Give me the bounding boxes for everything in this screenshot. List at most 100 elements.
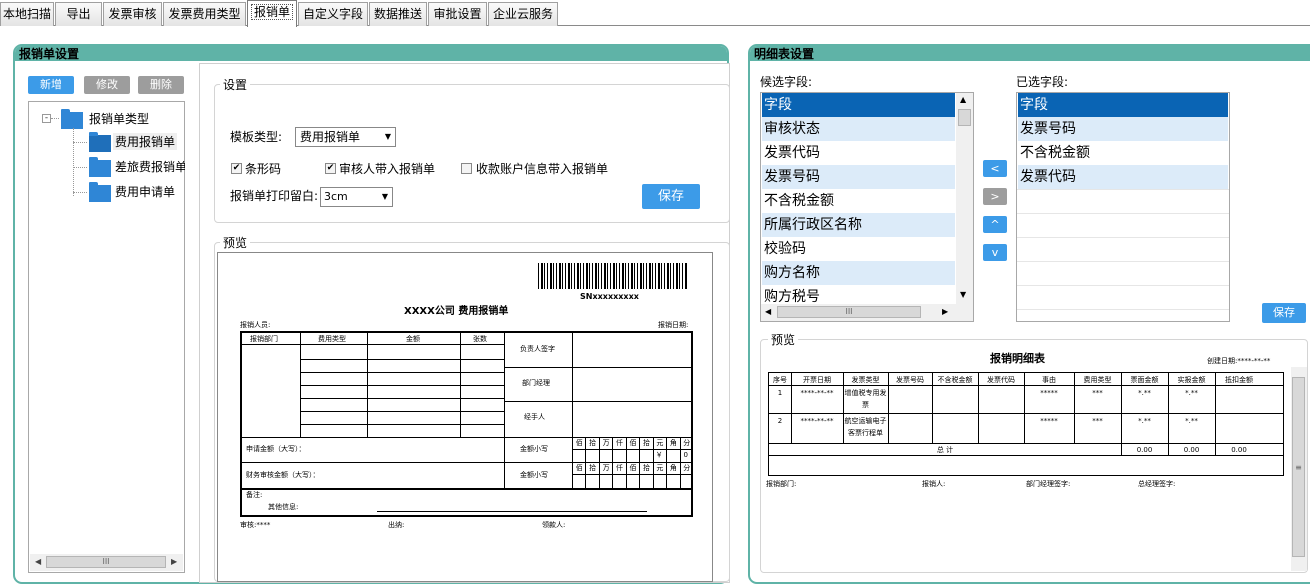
- tree-hscrollbar[interactable]: ◀ III ▶: [30, 554, 183, 571]
- candidate-item-7[interactable]: 购方名称: [762, 261, 955, 285]
- created-date: 创建日期:****-**-**: [1207, 357, 1271, 365]
- tree-item-travel[interactable]: 差旅费报销单: [115, 158, 185, 175]
- finance-amount: 财务审核金额（大写）：: [246, 471, 320, 479]
- form-table: 报销部门 费用类型 金额 张数 负责人签字 部门经理 经手人 申请金额（大写）：…: [240, 331, 693, 517]
- selected-item-1[interactable]: 发票号码: [1018, 117, 1228, 141]
- collapse-icon[interactable]: -: [42, 114, 51, 123]
- candidate-field-list[interactable]: 字段 审核状态 发票代码 发票号码 不含税金额 所属行政区名称 校验码 购方名称 购方税号 ▲ …: [760, 92, 974, 322]
- reimbursement-form-preview: SNxxxxxxxxx XXXX公司 费用报销单 报销人员: 报销日期: 报销部…: [217, 252, 713, 582]
- detail-cell: ****-**-**: [800, 417, 834, 425]
- footer-dept: 报销部门:: [766, 480, 797, 488]
- move-left-button[interactable]: <: [983, 160, 1007, 177]
- candidate-item-6[interactable]: 校验码: [762, 237, 955, 261]
- handler: 经手人: [524, 413, 545, 421]
- footer-manager: 部门经理签字:: [1026, 480, 1071, 488]
- reimbursement-settings-panel: 报销单设置 新增 修改 删除 - 报销单类型 费用报销单 差旅费报销单 费用申请…: [13, 44, 730, 584]
- sn-number: SNxxxxxxxxx: [580, 292, 639, 301]
- selected-item-3[interactable]: 发票代码: [1018, 165, 1228, 189]
- detail-cell: *.**: [1185, 389, 1198, 397]
- barcode-checkbox[interactable]: ✔: [231, 163, 242, 174]
- detail-cell: ***: [1092, 389, 1103, 397]
- selected-item-2[interactable]: 不含税金额: [1018, 141, 1228, 165]
- settings-legend: 设置: [220, 76, 251, 93]
- delete-button[interactable]: 删除: [138, 76, 184, 94]
- candidate-item-2[interactable]: 发票代码: [762, 141, 955, 165]
- tab-approval-settings[interactable]: 审批设置: [428, 2, 487, 26]
- tab-bar: 本地扫描 导出 发票审核 发票费用类型 报销单 自定义字段 数据推送 审批设置 …: [0, 0, 1310, 27]
- candidate-item-0[interactable]: 字段: [762, 93, 955, 117]
- detail-table: 序号 开票日期 发票类型 发票号码 不含税金额 发票代码 事由 费用类型 票面金额 实报金额 抵扣金…: [768, 372, 1284, 476]
- detail-cell: *****: [1040, 389, 1058, 397]
- apply-amount: 申请金额（大写）：: [246, 445, 306, 453]
- selected-item-0[interactable]: 字段: [1018, 93, 1228, 117]
- digit-cell: 佰: [625, 462, 639, 488]
- folder-open-icon: [89, 132, 111, 152]
- detail-save-button[interactable]: 保存: [1262, 303, 1306, 323]
- detail-vscrollbar[interactable]: ≡: [1291, 367, 1307, 571]
- edit-button[interactable]: 修改: [84, 76, 130, 94]
- digit-cell: 拾: [585, 462, 598, 488]
- tab-reimbursement[interactable]: 报销单: [247, 0, 297, 27]
- detail-cell: *.**: [1138, 389, 1151, 397]
- detail-cell: *.**: [1185, 417, 1198, 425]
- tree-item-expense[interactable]: 费用报销单: [113, 133, 178, 150]
- col-amount: 金额: [406, 335, 420, 343]
- footer-gm: 总经理签字:: [1138, 480, 1176, 488]
- yen-sign: ￥: [655, 451, 663, 459]
- digit-cell: 仟: [612, 462, 625, 488]
- detail-cell: 1: [777, 389, 783, 397]
- template-tree: - 报销单类型 费用报销单 差旅费报销单 费用申请单 ◀ III ▶: [28, 101, 185, 573]
- cashier-label: 出纳:: [388, 521, 405, 529]
- selected-label: 已选字段:: [1016, 75, 1069, 89]
- detail-preview-legend: 预览: [768, 331, 799, 348]
- candidate-item-1[interactable]: 审核状态: [762, 117, 955, 141]
- other-info: 其他信息:: [268, 503, 299, 511]
- candidate-vscrollbar[interactable]: ▲ ▼: [956, 93, 973, 305]
- margin-select[interactable]: 3cm ▼: [320, 187, 393, 207]
- panel-title: 明细表设置: [754, 47, 815, 61]
- reviewer-checkbox[interactable]: ✔: [325, 163, 336, 174]
- tab-data-push[interactable]: 数据推送: [369, 2, 427, 26]
- template-type-select[interactable]: 费用报销单 ▼: [295, 127, 396, 147]
- candidate-item-5[interactable]: 所属行政区名称: [762, 213, 955, 237]
- detail-title: 报销明细表: [990, 352, 1045, 365]
- detail-cell: *****: [1040, 417, 1058, 425]
- template-type-label: 模板类型:: [230, 130, 283, 144]
- tab-export[interactable]: 导出: [55, 2, 102, 26]
- candidate-item-4[interactable]: 不含税金额: [762, 189, 955, 213]
- tree-root[interactable]: 报销单类型: [89, 110, 149, 127]
- move-right-button[interactable]: >: [983, 188, 1007, 205]
- audit-label: 审核:****: [240, 521, 271, 529]
- candidate-item-3[interactable]: 发票号码: [762, 165, 955, 189]
- digit-cell: 拾: [639, 462, 652, 488]
- tab-local-scan[interactable]: 本地扫描: [0, 2, 54, 26]
- remark: 备注:: [246, 491, 263, 499]
- move-down-button[interactable]: v: [983, 244, 1007, 261]
- add-button[interactable]: 新增: [28, 76, 74, 94]
- tab-invoice-review[interactable]: 发票审核: [103, 2, 162, 26]
- footer-reporter: 报销人:: [922, 480, 946, 488]
- manager-sign: 负责人签字: [520, 345, 555, 353]
- margin-label: 报销单打印留白:: [230, 189, 319, 203]
- detail-cell: 2: [777, 417, 783, 425]
- col-dept: 报销部门: [250, 335, 278, 343]
- receiver-label: 领款人:: [542, 521, 566, 529]
- account-info-checkbox[interactable]: [461, 163, 472, 174]
- tab-invoice-expense-type[interactable]: 发票费用类型: [163, 2, 246, 26]
- candidate-hscrollbar[interactable]: ◀ III ▶: [761, 304, 973, 321]
- tab-enterprise-cloud[interactable]: 企业云服务: [488, 2, 558, 26]
- digit-cell: 分: [679, 462, 693, 488]
- folder-icon: [61, 109, 83, 129]
- template-type-value: 费用报销单: [300, 130, 361, 144]
- save-button[interactable]: 保存: [642, 184, 700, 209]
- subtotal-1: 金额小写: [520, 445, 548, 453]
- digit-cell: 万: [598, 462, 612, 488]
- move-up-button[interactable]: ^: [983, 216, 1007, 233]
- detail-cell: *.**: [1138, 417, 1151, 425]
- tree-item-request[interactable]: 费用申请单: [115, 183, 175, 200]
- dept-manager: 部门经理: [522, 379, 550, 387]
- selected-field-list[interactable]: 字段 发票号码 不含税金额 发票代码: [1016, 92, 1230, 322]
- digit-cell: 角: [666, 462, 679, 488]
- detail-cell: ***: [1092, 417, 1103, 425]
- tab-custom-fields[interactable]: 自定义字段: [298, 2, 368, 26]
